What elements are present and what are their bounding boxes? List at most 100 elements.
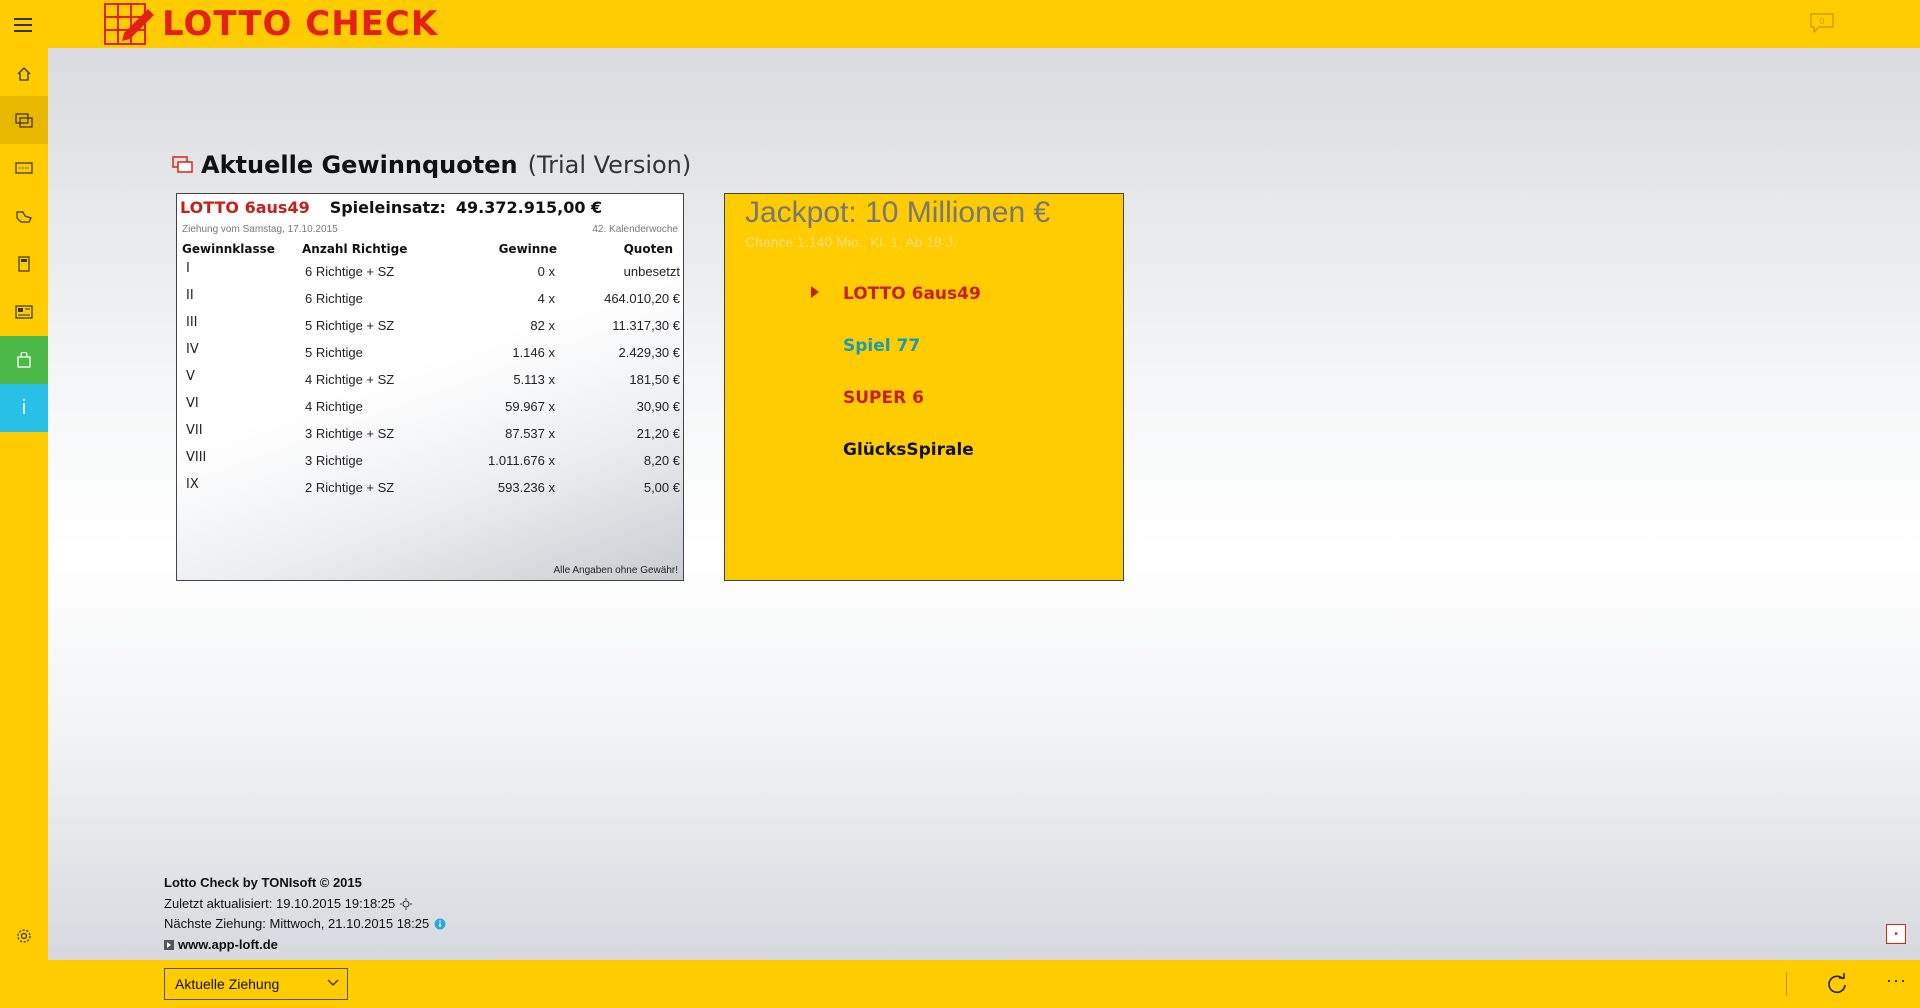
table-row: III 5 Richtige + SZ 82 x 11.317,30 € — [177, 315, 683, 340]
col-header-winners: Gewinne — [498, 242, 557, 256]
stake-label: Spieleinsatz: — [329, 198, 446, 217]
row-quote: 2.429,30 € — [618, 345, 680, 360]
row-quote: 181,50 € — [629, 372, 680, 387]
last-updated-line: Zuletzt aktualisiert: 19.10.2015 19:18:2… — [164, 896, 413, 911]
row-match: 3 Richtige — [305, 453, 363, 468]
jackpot-card: Jackpot: 10 Millionen € Chance 1:140 Mio… — [724, 193, 1124, 581]
row-class: I — [186, 261, 190, 276]
last-updated-text: Zuletzt aktualisiert: 19.10.2015 19:18:2… — [164, 896, 396, 911]
app-logo: LOTTO CHECK — [104, 2, 438, 46]
table-row: IX 2 Richtige + SZ 593.236 x 5,00 € — [177, 477, 683, 502]
row-winners: 59.967 x — [505, 399, 555, 414]
link-arrow-icon — [164, 939, 174, 950]
table-row: VI 4 Richtige 59.967 x 30,90 € — [177, 396, 683, 421]
row-class: VII — [186, 423, 203, 438]
copyright-text: Lotto Check by TONIsoft © 2015 — [164, 875, 362, 890]
row-match: 2 Richtige + SZ — [305, 480, 395, 495]
game-spiel-77[interactable]: Spiel 77 — [843, 336, 920, 356]
game-lotto-6aus49[interactable]: LOTTO 6aus49 — [843, 284, 981, 304]
info-circle-icon[interactable] — [434, 918, 446, 930]
website-link[interactable]: www.app-loft.de — [178, 937, 278, 952]
col-header-class: Gewinnklasse — [182, 242, 275, 256]
table-row: V 4 Richtige + SZ 5.113 x 181,50 € — [177, 369, 683, 394]
table-row: II 6 Richtige 4 x 464.010,20 € — [177, 288, 683, 313]
draw-date: Ziehung vom Samstag, 17.10.2015 — [182, 224, 338, 235]
calendar-week: 42. Kalenderwoche — [592, 224, 678, 235]
top-bar: LOTTO CHECK 0 — [0, 0, 1920, 48]
col-header-match: Anzahl Richtige — [302, 242, 408, 256]
gear-icon — [17, 929, 31, 943]
settings-button[interactable] — [0, 912, 48, 960]
stake-value: 49.372.915,00 € — [455, 198, 603, 217]
row-match: 6 Richtige — [305, 291, 363, 306]
table-row: VIII 3 Richtige 1.011.676 x 8,20 € — [177, 450, 683, 475]
next-draw-line: Nächste Ziehung: Mittwoch, 21.10.2015 18… — [164, 916, 446, 931]
row-match: 4 Richtige + SZ — [305, 372, 395, 387]
website-line: www.app-loft.de — [164, 937, 278, 952]
jackpot-title: Jackpot: 10 Millionen € — [745, 196, 1051, 229]
row-quote: 8,20 € — [643, 453, 680, 468]
quotes-title-icon — [172, 156, 193, 173]
info-icon: i — [21, 396, 27, 419]
news-icon — [15, 305, 33, 319]
hamburger-menu-icon[interactable] — [14, 18, 32, 32]
selected-arrow-icon — [811, 286, 819, 298]
row-class: VIII — [186, 450, 207, 465]
row-winners: 1.146 x — [512, 345, 555, 360]
cool-badge-icon: ■ — [1886, 924, 1906, 944]
game-super-6[interactable]: SUPER 6 — [843, 388, 924, 408]
draw-select[interactable]: Aktuelle Ziehung — [164, 968, 348, 1000]
table-row: IV 5 Richtige 1.146 x 2.429,30 € — [177, 342, 683, 367]
row-winners: 1.011.676 x — [488, 453, 555, 468]
row-class: III — [186, 315, 198, 330]
divider — [1786, 972, 1787, 996]
row-winners: 4 x — [537, 291, 555, 306]
jackpot-subtitle: Chance 1:140 Mio., Kl. 1, Ab 18 J. — [745, 234, 957, 250]
quota-header: LOTTO 6aus49 Spieleinsatz: 49.372.915,00… — [180, 198, 602, 217]
sidebar-item-tickets[interactable] — [0, 144, 48, 192]
refresh-icon[interactable] — [1826, 973, 1848, 995]
row-winners: 87.537 x — [505, 426, 555, 441]
row-class: VI — [186, 396, 199, 411]
table-row: VII 3 Richtige + SZ 87.537 x 21,20 € — [177, 423, 683, 448]
notification-count: 0 — [1820, 17, 1825, 26]
sidebar: i — [0, 48, 48, 960]
main-content: Aktuelle Gewinnquoten (Trial Version) LO… — [48, 48, 1920, 960]
draw-select-value: Aktuelle Ziehung — [175, 976, 280, 992]
row-quote: 464.010,20 € — [604, 291, 680, 306]
sidebar-item-news[interactable] — [0, 288, 48, 336]
notification-icon[interactable]: 0 — [1810, 13, 1834, 38]
sidebar-item-home[interactable] — [0, 50, 48, 98]
app-title: LOTTO CHECK — [162, 4, 439, 44]
sidebar-item-shop[interactable] — [0, 336, 48, 384]
sidebar-item-calculator[interactable] — [0, 240, 48, 288]
row-quote: 5,00 € — [643, 480, 680, 495]
sidebar-item-quotes[interactable] — [0, 96, 48, 144]
calculator-icon — [18, 256, 30, 272]
row-quote: 11.317,30 € — [612, 318, 680, 333]
row-class: IV — [186, 342, 199, 357]
row-winners: 0 x — [537, 264, 555, 279]
sidebar-item-check[interactable] — [0, 192, 48, 240]
sun-icon — [400, 897, 413, 910]
row-class: II — [186, 288, 194, 303]
row-winners: 82 x — [530, 318, 555, 333]
row-match: 4 Richtige — [305, 399, 363, 414]
ticket-icon — [15, 162, 33, 174]
row-quote: unbesetzt — [623, 264, 680, 279]
row-match: 5 Richtige + SZ — [305, 318, 395, 333]
sidebar-item-info[interactable]: i — [0, 384, 48, 432]
more-options-button[interactable]: ··· — [1886, 970, 1907, 991]
col-header-quote: Quoten — [623, 242, 673, 256]
check-hand-icon — [16, 211, 32, 223]
lotto-grid-icon — [104, 3, 154, 45]
disclaimer: Alle Angaben ohne Gewähr! — [553, 565, 678, 576]
page-title: Aktuelle Gewinnquoten (Trial Version) — [172, 151, 691, 179]
table-row: I 6 Richtige + SZ 0 x unbesetzt — [177, 261, 683, 286]
game-gluecksspirale[interactable]: GlücksSpirale — [843, 440, 974, 460]
row-class: V — [186, 369, 195, 384]
row-match: 3 Richtige + SZ — [305, 426, 395, 441]
row-winners: 5.113 x — [513, 372, 555, 387]
chevron-down-icon — [327, 979, 339, 986]
quotes-icon — [15, 113, 33, 128]
